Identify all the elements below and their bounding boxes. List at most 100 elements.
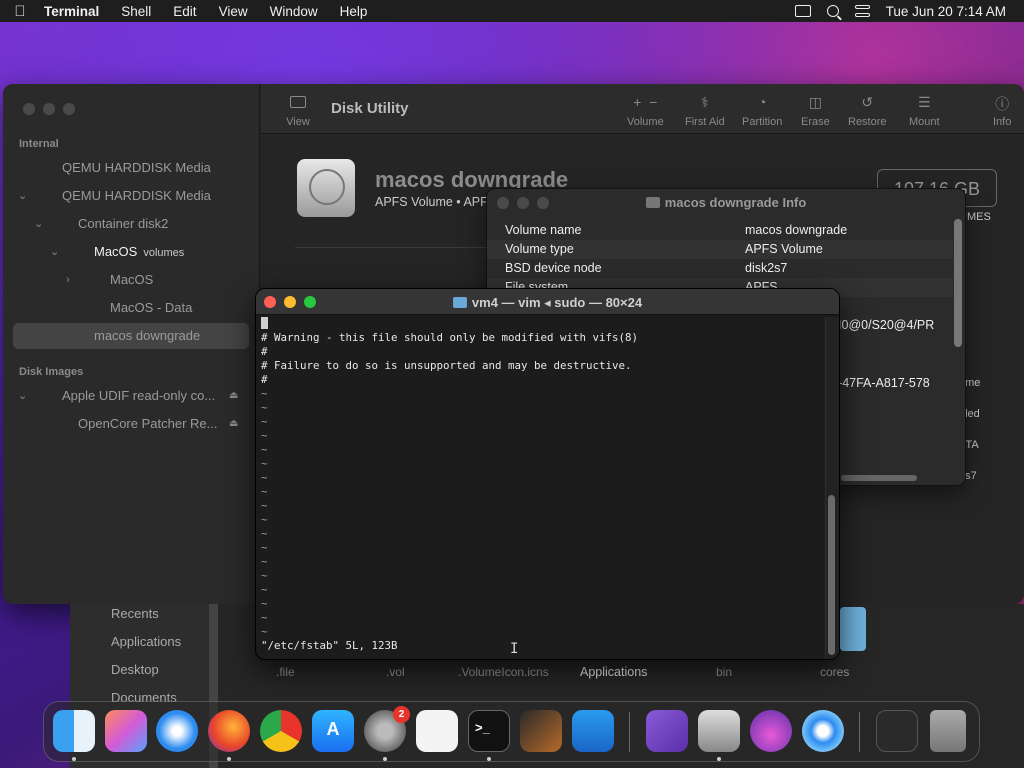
launchpad-icon[interactable] [105, 710, 147, 752]
minimize-icon[interactable] [517, 197, 529, 209]
opencore-patcher-icon[interactable] [802, 710, 844, 752]
erase-button[interactable]: ◫ Erase [801, 94, 830, 128]
running-indicator [72, 757, 76, 761]
sidebar-item-label: OpenCore Patcher Re... [78, 416, 218, 431]
close-icon[interactable] [23, 103, 35, 115]
toolbar-label: First Aid [685, 116, 725, 128]
menu-window[interactable]: Window [259, 4, 329, 19]
app-store-icon[interactable]: A [312, 710, 354, 752]
sidebar-heading-disk-images: Disk Images [19, 366, 84, 378]
running-indicator [383, 757, 387, 761]
safari-icon[interactable] [156, 710, 198, 752]
file-item[interactable]: Applications [580, 665, 647, 679]
menu-shell[interactable]: Shell [110, 4, 162, 19]
sidebar-item-label: MacOS - Data [110, 300, 193, 315]
sidebar-item-qemu-2[interactable]: ⌄ QEMU HARDDISK Media [18, 184, 211, 208]
file-item[interactable]: bin [716, 665, 732, 679]
toolbar-label: Volume [627, 116, 664, 128]
finder-icon[interactable] [53, 710, 95, 752]
vim-tilde-line: ~ [261, 471, 268, 484]
info-scrollbar[interactable] [954, 219, 962, 347]
terminal-title-bar[interactable]: vm4 — vim ◂ sudo — 80×24 [256, 289, 839, 315]
restore-button[interactable]: ↺ Restore [848, 94, 887, 128]
file-item[interactable]: .vol [386, 665, 405, 679]
eject-icon[interactable]: ⏏ [229, 418, 238, 429]
sidebar-item-label: Container disk2 [78, 216, 169, 231]
volume-button[interactable]: + − Volume [627, 94, 664, 128]
terminal-icon[interactable]: >_ [468, 710, 510, 752]
close-icon[interactable] [497, 197, 509, 209]
terminal-content[interactable]: # Warning - this file should only be mod… [261, 317, 826, 657]
pie-icon: ◔ [757, 94, 767, 110]
stethoscope-icon: ⚕ [701, 94, 709, 110]
visual-studio-icon[interactable] [646, 710, 688, 752]
sidebar-item-opencore[interactable]: OpenCore Patcher Re... [78, 412, 217, 436]
folder-icon[interactable] [840, 607, 866, 651]
menu-clock[interactable]: Tue Jun 20 7:14 AM [886, 4, 1006, 19]
info-row: BSD device node disk2s7 [487, 259, 953, 278]
zoom-icon[interactable] [537, 197, 549, 209]
info-key: Volume type [505, 242, 574, 256]
text-cursor [261, 317, 268, 329]
sidebar-item-recents[interactable]: Recents [111, 606, 159, 621]
file-item[interactable]: cores [820, 665, 849, 679]
view-label: View [286, 116, 310, 128]
menu-edit[interactable]: Edit [162, 4, 207, 19]
mount-icon: ☰ [918, 94, 931, 110]
sidebar-item-desktop[interactable]: Desktop [111, 662, 159, 677]
chevron-down-icon[interactable]: ⌄ [34, 212, 43, 236]
sidebar-item-macos-data[interactable]: MacOS - Data [110, 296, 192, 320]
file-item[interactable]: .file [276, 665, 295, 679]
sidebar-item-udif[interactable]: ⌄ Apple UDIF read-only co... [18, 384, 215, 408]
sidebar-item-label: MacOS [94, 244, 138, 259]
apple-menu-icon[interactable]:  [0, 3, 40, 20]
sidebar-item-applications[interactable]: Applications [111, 634, 181, 649]
cut-off-label: ATA [959, 439, 979, 451]
chevron-down-icon[interactable]: ⌄ [50, 240, 59, 264]
mount-button[interactable]: ☰ Mount [909, 94, 940, 128]
sidebar-item-macos-volumes[interactable]: ⌄ MacOS volumes [50, 240, 184, 264]
info-button[interactable]: ⓘ Info [993, 94, 1011, 128]
vim-tilde-line: ~ [261, 443, 268, 456]
dock: A 2 >_ [43, 701, 980, 762]
menu-view[interactable]: View [208, 4, 259, 19]
cut-off-label: 2s7 [959, 470, 977, 482]
textedit-icon[interactable] [416, 710, 458, 752]
spotlight-search-icon[interactable] [826, 5, 839, 17]
partition-button[interactable]: ◔ Partition [742, 94, 782, 128]
file-item[interactable]: .VolumeIcon.icns [458, 665, 549, 679]
zoom-icon[interactable] [63, 103, 75, 115]
trash-icon[interactable] [930, 710, 966, 752]
sidebar-item-macos-downgrade[interactable]: macos downgrade [94, 324, 200, 348]
screen-mirroring-icon[interactable] [794, 5, 811, 17]
eject-icon[interactable]: ⏏ [229, 390, 238, 401]
sidebar-item-qemu-1[interactable]: QEMU HARDDISK Media [62, 156, 211, 180]
vscode-icon[interactable] [572, 710, 614, 752]
chevron-right-icon[interactable]: › [66, 268, 70, 292]
info-horizontal-scrollbar[interactable] [841, 475, 917, 481]
sidebar-item-label: macos downgrade [94, 328, 201, 343]
installer-icon[interactable] [750, 710, 792, 752]
sidebar-toggle-icon [290, 96, 306, 108]
terminal-scrollbar[interactable] [828, 495, 835, 655]
view-button[interactable]: View [281, 96, 315, 128]
window-title: Disk Utility [331, 100, 409, 117]
sidebar-item-container[interactable]: ⌄ Container disk2 [34, 212, 169, 236]
menu-help[interactable]: Help [329, 4, 379, 19]
chevron-down-icon[interactable]: ⌄ [18, 384, 27, 408]
minimized-window-thumbnail[interactable] [876, 710, 918, 752]
chevron-down-icon[interactable]: ⌄ [18, 184, 27, 208]
minimize-icon[interactable] [43, 103, 55, 115]
garageband-icon[interactable] [520, 710, 562, 752]
chrome-icon[interactable] [260, 710, 302, 752]
disk-utility-icon[interactable] [698, 710, 740, 752]
firefox-icon[interactable] [208, 710, 250, 752]
sidebar-item-macos[interactable]: › MacOS [66, 268, 153, 292]
first-aid-button[interactable]: ⚕ First Aid [685, 94, 725, 128]
vim-tilde-line: ~ [261, 387, 268, 400]
control-center-icon[interactable] [854, 5, 870, 17]
info-title-bar[interactable]: macos downgrade Info [487, 189, 965, 217]
menu-app-name[interactable]: Terminal [40, 4, 110, 19]
vim-tilde-line: ~ [261, 569, 268, 582]
dock-separator [629, 712, 630, 752]
